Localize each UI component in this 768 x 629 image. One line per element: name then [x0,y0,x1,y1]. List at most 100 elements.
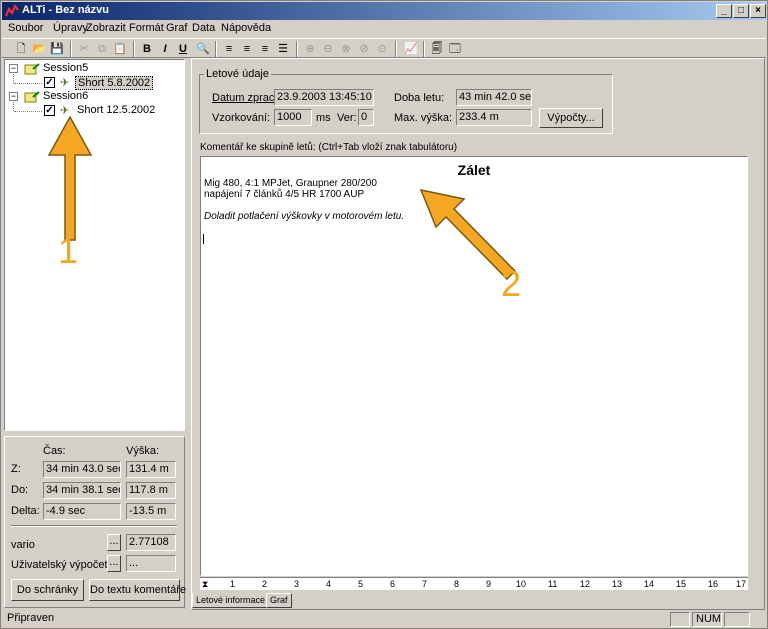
user-calc-options-button[interactable]: ... [107,555,121,572]
tab-graph[interactable]: Graf [266,593,292,608]
zoom-reset-icon[interactable]: ⊙ [374,41,390,57]
tree-item-flight-short-5-8-2002[interactable]: ✓ ✈ Short 5.8.2002 [9,74,179,90]
menu-graf[interactable]: Graf [166,22,187,34]
version-field: 0 [358,109,374,126]
toolbar-separator [296,41,298,57]
header-time: Čas: [43,445,66,457]
vario-options-button[interactable]: ... [107,534,121,551]
menu-format[interactable]: Formát [129,22,164,34]
ruler-indent-marker[interactable]: ⧗ [202,579,208,590]
comment-line: Mig 480, 4:1 MPJet, Graupner 280/200 [204,178,377,189]
date-field: 23.9.2003 13:45:10 [274,89,374,106]
comment-line: napájení 7 článků 4/5 HR 1700 AUP [204,189,365,200]
menu-upravy[interactable]: Úpravy [53,22,88,34]
bold-icon[interactable]: B [139,41,155,57]
ruler-tick-label: 1 [230,579,236,589]
zoom-in-icon[interactable]: ⊕ [302,41,318,57]
zoom-prev-icon[interactable]: ⊘ [356,41,372,57]
user-calc-value-field: ... [126,555,176,572]
ruler-tick-label: 7 [422,579,428,589]
session-tree[interactable]: − Session5 ✓ ✈ Short 5.8.2002 − Session6 [4,59,185,431]
ruler-tick-label: 3 [294,579,300,589]
calculations-button[interactable]: Výpočty... [539,108,603,128]
zoom-fit-icon[interactable]: ⊗ [338,41,354,57]
title-bar: ALTi - Bez názvu _ □ × [2,2,766,20]
toolbar-separator [133,41,135,57]
menu-soubor[interactable]: Soubor [8,22,43,34]
paste-icon[interactable]: 📋 [112,41,128,57]
max-height-label: Max. výška: [394,112,453,124]
annotation-label-1: 1 [58,230,79,271]
row-label-to: Do: [11,484,29,496]
tab-flight-info[interactable]: Letové informace [192,593,270,608]
window-title: ALTi - Bez názvu [22,4,109,16]
annotation-label-2: 2 [501,263,522,304]
align-left-icon[interactable]: ≡ [221,41,237,57]
align-right-icon[interactable]: ≡ [257,41,273,57]
sampling-unit: ms [316,112,331,124]
status-num-indicator: NUM [692,612,722,627]
maximize-button[interactable]: □ [733,4,749,18]
new-file-icon[interactable]: 🗋 [13,41,29,57]
italic-icon[interactable]: I [157,41,173,57]
delta-time-field: -4.9 sec [43,503,121,520]
duration-field: 43 min 42.0 sec [456,89,532,106]
chart-icon[interactable]: 📈 [403,41,419,57]
menu-data[interactable]: Data [192,22,215,34]
to-time-field: 34 min 38.1 sec [43,482,121,499]
zoom-out-icon[interactable]: ⊖ [320,41,336,57]
close-button[interactable]: × [750,4,766,18]
toolbar-separator [423,41,425,57]
toolbar-separator [70,41,72,57]
properties-icon[interactable]: 🗔 [447,41,463,57]
header-height: Výška: [126,445,160,457]
bullet-list-icon[interactable]: ☰ [275,41,291,57]
app-logo-icon [5,4,19,17]
ruler-tick-label: 10 [516,579,527,589]
ruler-tick-label: 11 [548,579,558,589]
tree-item-label: Session6 [43,90,89,102]
menu-zobrazit[interactable]: Zobrazit [86,22,126,34]
cut-icon[interactable]: ✂ [76,41,92,57]
tree-line [13,74,14,83]
ruler-tick-label: 17 [736,579,747,589]
ruler-tick-label: 16 [708,579,719,589]
find-icon[interactable]: 🔍 [195,41,211,57]
underline-icon[interactable]: U [175,41,191,57]
duration-label: Doba letu: [394,92,445,104]
measurement-panel: Čas: Výška: Z: 34 min 43.0 sec 131.4 m D… [4,436,186,608]
save-icon[interactable]: 💾 [49,41,65,57]
flight-checkbox[interactable]: ✓ [44,77,55,88]
align-center-icon[interactable]: ≡ [239,41,255,57]
menu-napoveda[interactable]: Nápověda [221,22,271,34]
comment-label: Komentář ke skupině letů: (Ctrl+Tab vlož… [200,142,458,153]
flight-data-group-title: Letové údaje [204,68,271,80]
export-icon[interactable]: 🗐 [429,41,445,57]
open-folder-icon[interactable]: 📂 [31,41,47,57]
tree-line [13,102,14,111]
collapse-icon[interactable]: − [9,64,18,73]
comment-editor[interactable]: Zálet Mig 480, 4:1 MPJet, Graupner 280/2… [200,156,748,576]
ruler-tick-label: 4 [326,579,332,589]
minimize-button[interactable]: _ [716,4,732,18]
vario-label: vario [11,539,35,551]
ruler-tick-label: 13 [612,579,623,589]
toolbar-separator [215,41,217,57]
date-label: Datum zprac: [212,92,278,104]
sampling-field: 1000 [274,109,312,126]
copy-to-clipboard-button[interactable]: Do schránky [11,579,84,601]
tree-line [14,111,42,112]
sampling-label: Vzorkování: [212,112,271,124]
ruler-tick-label: 12 [580,579,591,589]
max-height-field: 233.4 m [456,109,532,126]
ruler-tick-label: 14 [644,579,655,589]
status-text: Připraven [7,612,55,624]
insert-into-comment-button[interactable]: Do textu komentáře [89,579,186,601]
comment-title: Zálet [457,162,491,178]
copy-icon[interactable]: ⧉ [94,41,110,57]
vario-value-field: 2.77108 [126,534,176,551]
collapse-icon[interactable]: − [9,92,18,101]
user-calc-label: Uživatelský výpočet [11,559,108,571]
ruler-tick-label: 6 [390,579,396,589]
comment-line: Doladit potlačení výškovky v motorovém l… [204,211,405,222]
